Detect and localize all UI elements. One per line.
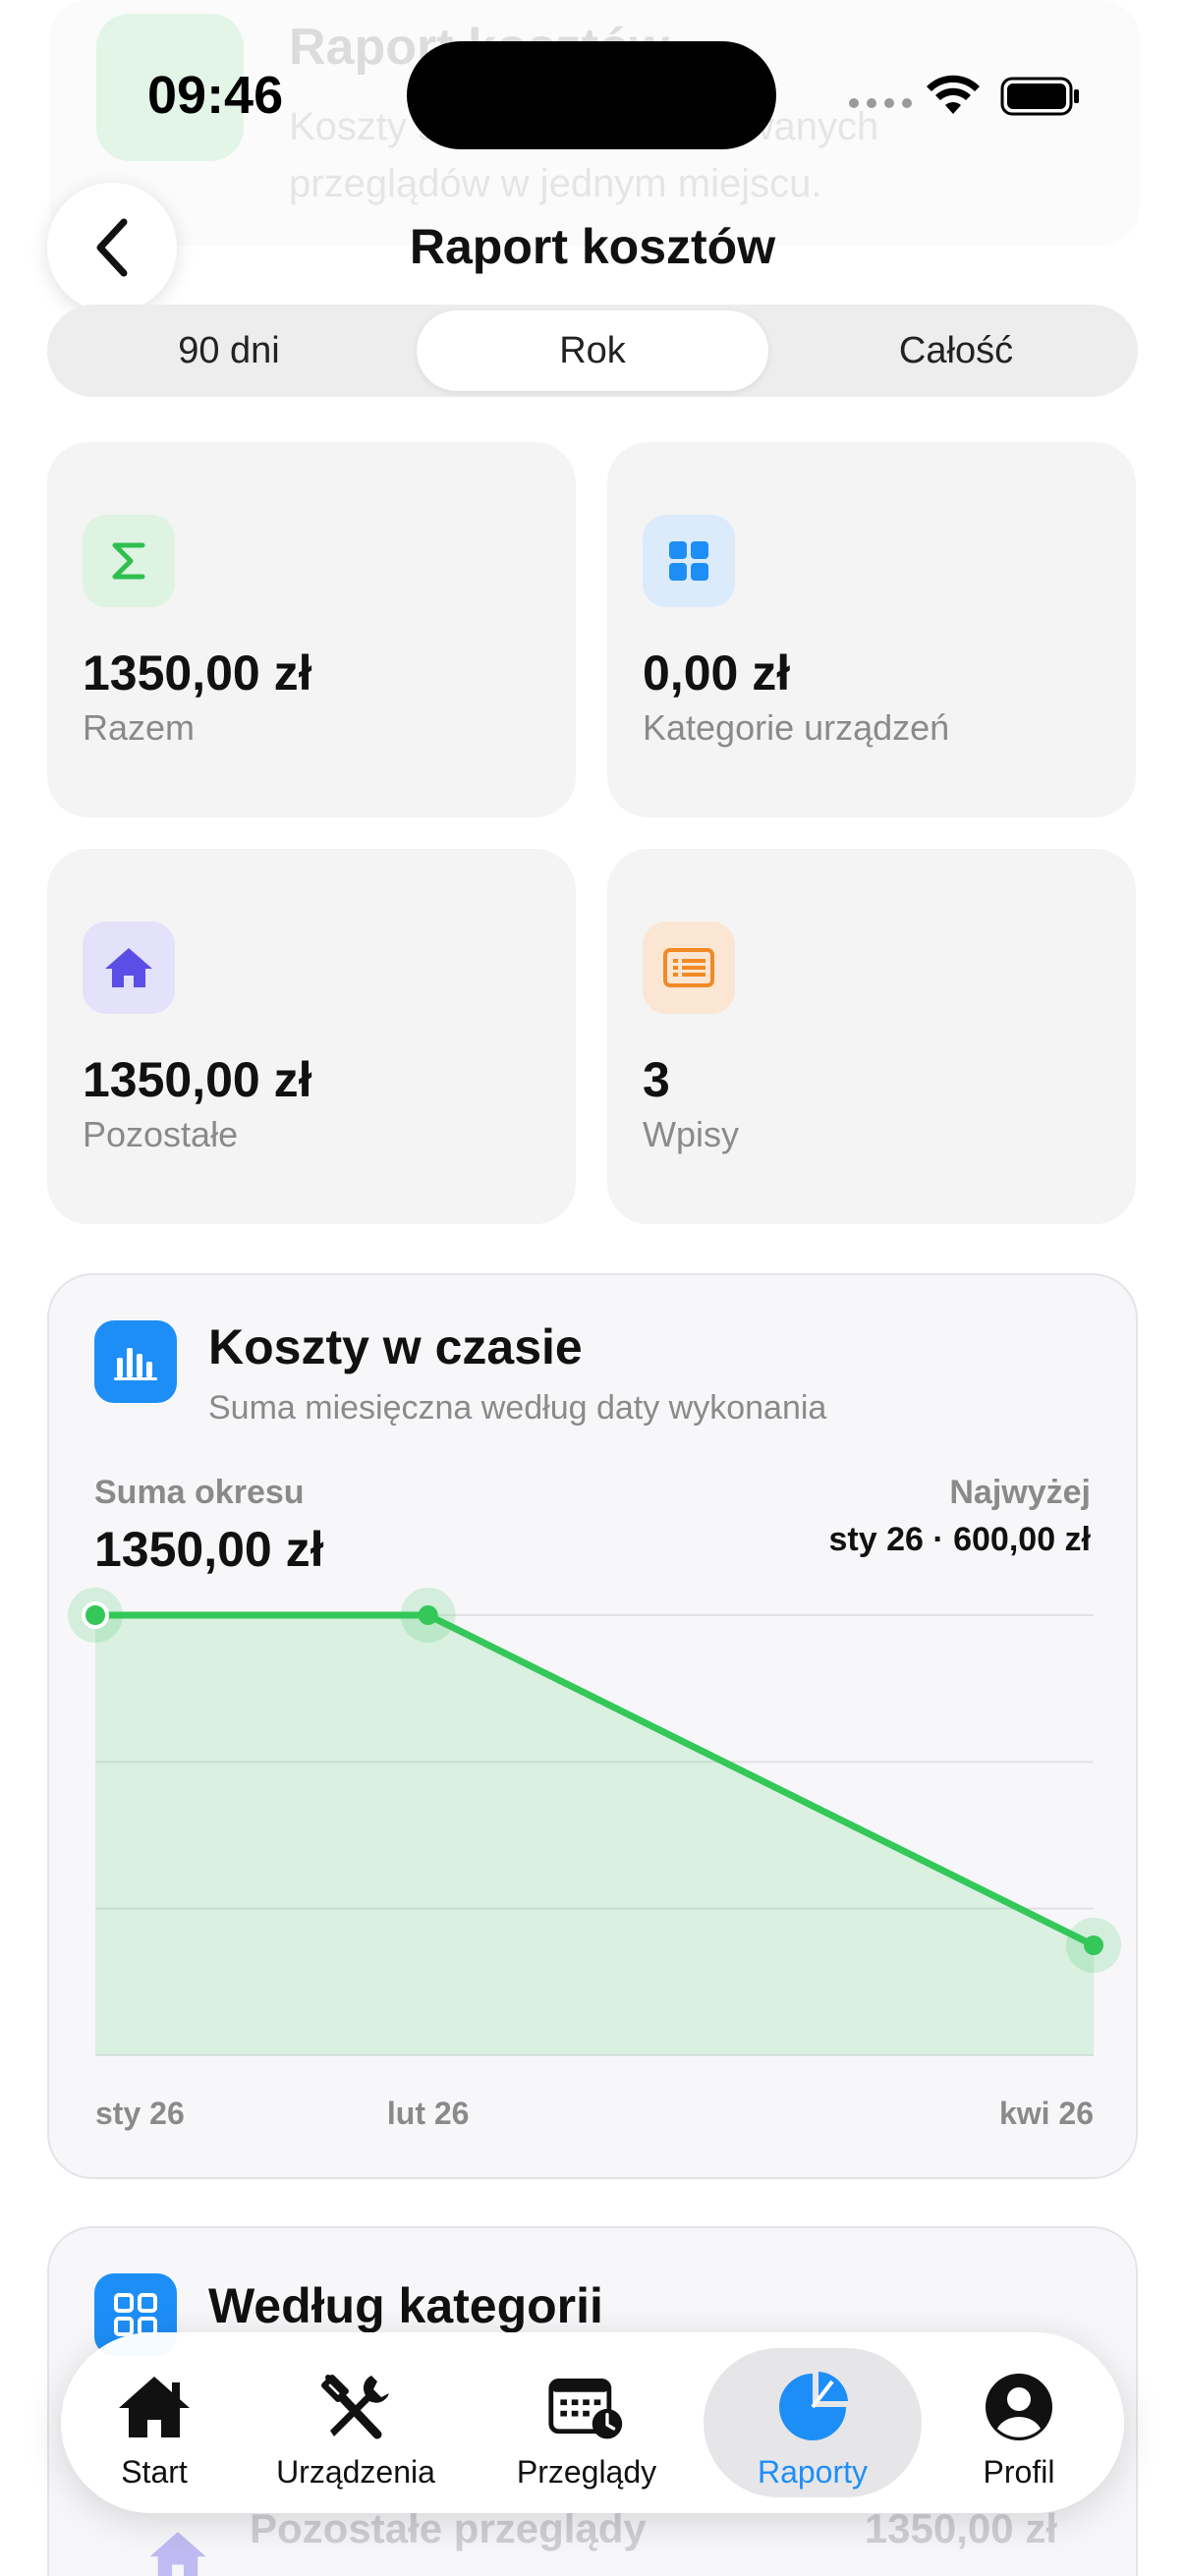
category-card-title: Według kategorii xyxy=(208,2278,603,2333)
data-point[interactable] xyxy=(1084,1935,1103,1955)
stat-tile-device-categories: 0,00 zł Kategorie urządzeń xyxy=(607,442,1136,817)
calendar-icon xyxy=(547,2370,626,2444)
wifi-icon xyxy=(927,75,980,114)
x-tick-label: sty 26 xyxy=(95,2096,185,2131)
status-time: 09:46 xyxy=(147,66,284,125)
cost-area-chart: sty 26 lut 26 kwi 26 xyxy=(68,1588,1121,2131)
segment-year[interactable]: Rok xyxy=(417,310,768,391)
stat-value: 3 xyxy=(643,1052,670,1107)
tab-label: Raporty xyxy=(757,2454,869,2490)
dynamic-island xyxy=(407,41,776,149)
person-icon xyxy=(980,2370,1058,2444)
battery-icon xyxy=(1000,77,1079,116)
stat-label: Pozostałe xyxy=(83,1114,239,1154)
cellular-icon xyxy=(849,98,912,108)
house-icon xyxy=(115,2370,194,2444)
costs-over-time-card: Koszty w czasie Suma miesięczna według d… xyxy=(47,1273,1138,2179)
tab-inspections[interactable]: Przeglądy xyxy=(493,2348,680,2497)
stat-value: 1350,00 zł xyxy=(83,645,312,700)
house-icon xyxy=(149,2532,206,2576)
stat-tile-total: 1350,00 zł Razem xyxy=(47,442,576,817)
stat-tile-entries: 3 Wpisy xyxy=(607,849,1136,1224)
period-segmented-control: 90 dni Rok Całość xyxy=(47,305,1138,397)
stat-value: 0,00 zł xyxy=(643,645,791,700)
tab-label: Przeglądy xyxy=(516,2454,657,2490)
tab-label: Profil xyxy=(983,2454,1055,2490)
segment-all[interactable]: Całość xyxy=(780,310,1132,391)
stat-label: Wpisy xyxy=(643,1114,739,1154)
tab-start[interactable]: Start xyxy=(81,2348,228,2497)
grid-icon xyxy=(643,515,735,607)
stat-tile-other: 1350,00 zł Pozostałe xyxy=(47,849,576,1224)
house-icon xyxy=(83,922,175,1014)
chart-area xyxy=(95,1615,1094,2055)
tab-label: Start xyxy=(121,2454,188,2490)
list-icon xyxy=(643,922,735,1014)
sigma-icon xyxy=(83,515,175,607)
tab-devices[interactable]: Urządzenia xyxy=(238,2348,474,2497)
data-point[interactable] xyxy=(82,1601,109,1629)
stat-value: 1350,00 zł xyxy=(83,1052,312,1107)
segment-90-days[interactable]: 90 dni xyxy=(53,310,405,391)
x-tick-label: lut 26 xyxy=(387,2096,470,2131)
tab-label: Urządzenia xyxy=(276,2454,435,2490)
tools-icon xyxy=(316,2370,395,2444)
tab-reports[interactable]: Raporty xyxy=(704,2348,922,2497)
pie-chart-icon xyxy=(773,2370,852,2444)
tab-bar: Start Urządzenia Przeglądy Raporty Profi… xyxy=(61,2332,1124,2513)
x-tick-label: kwi 26 xyxy=(999,2096,1094,2131)
data-point[interactable] xyxy=(418,1605,438,1625)
page-title: Raport kosztów xyxy=(409,219,776,274)
stat-label: Kategorie urządzeń xyxy=(643,707,950,748)
tab-profile[interactable]: Profil xyxy=(945,2348,1093,2497)
stat-label: Razem xyxy=(83,707,196,748)
